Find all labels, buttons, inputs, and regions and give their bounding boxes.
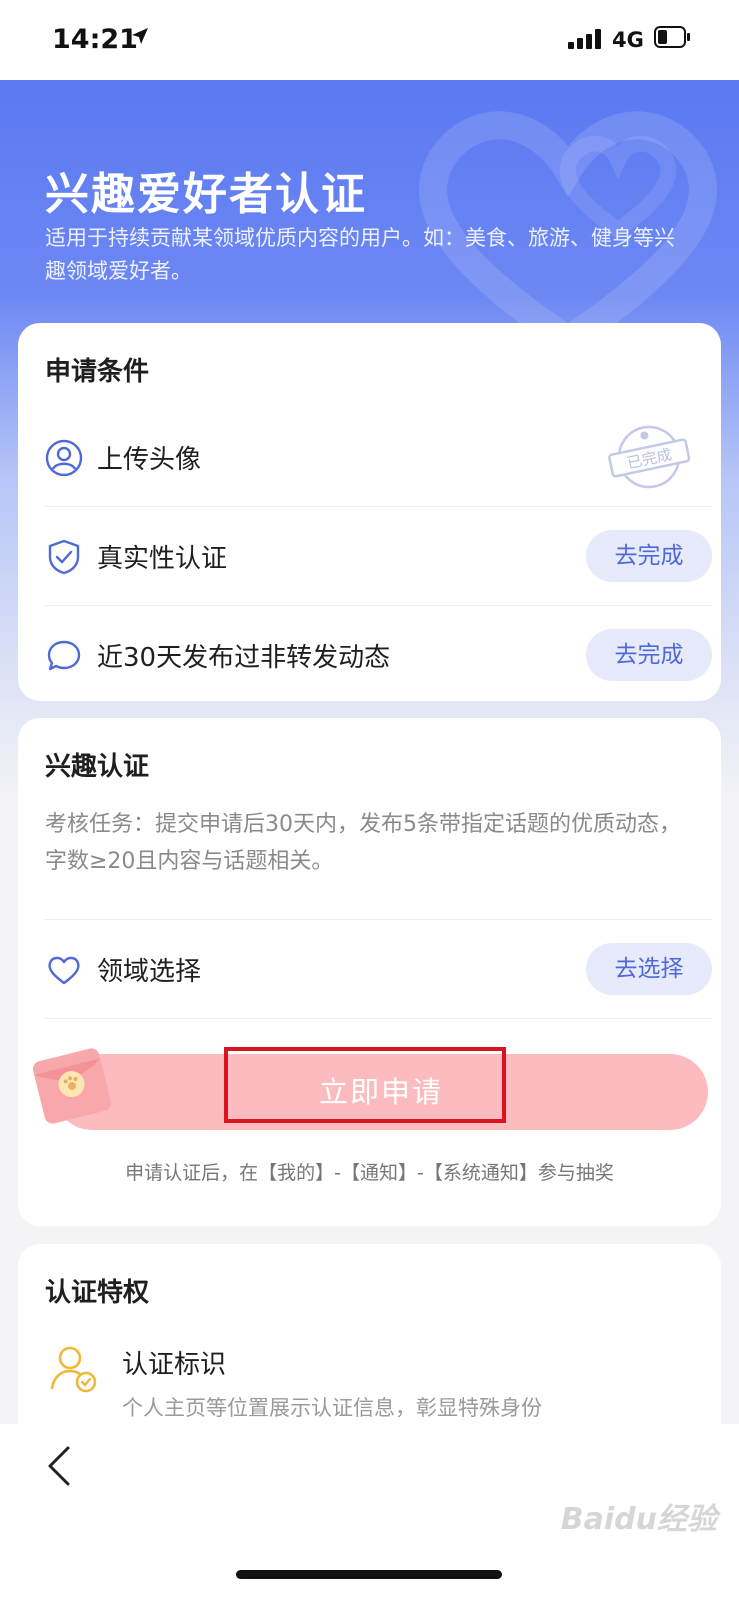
privilege-label: 认证标识 — [122, 1350, 227, 1380]
select-domain-button[interactable]: 去选择 — [586, 943, 712, 995]
condition-label: 近30天发布过非转发动态 — [97, 643, 391, 673]
chat-bubble-icon — [45, 637, 83, 679]
condition-row-avatar: 上传头像 已完成 — [45, 407, 712, 507]
location-arrow-icon — [130, 26, 150, 50]
divider — [45, 1018, 712, 1019]
privileges-card: 认证特权 认证标识 个人主页等位置展示认证信息，彰显特殊身份 — [18, 1244, 721, 1444]
page-subtitle: 适用于持续贡献某领域优质内容的用户。如：美食、旅游、健身等兴趣领域爱好者。 — [45, 226, 675, 283]
condition-label: 真实性认证 — [97, 544, 228, 574]
interest-card: 兴趣认证 考核任务：提交申请后30天内，发布5条带指定话题的优质动态，字数≥20… — [18, 718, 721, 1226]
privilege-desc: 个人主页等位置展示认证信息，彰显特殊身份 — [122, 1396, 542, 1420]
red-envelope-icon — [24, 1038, 120, 1138]
highlight-box — [224, 1047, 506, 1123]
avatar-icon — [45, 439, 83, 481]
status-bar: 14:21 4G — [0, 0, 739, 80]
domain-row[interactable]: 领域选择 去选择 — [45, 919, 712, 1019]
domain-label: 领域选择 — [97, 957, 202, 987]
condition-row-realname: 真实性认证 去完成 — [45, 506, 712, 606]
complete-button[interactable]: 去完成 — [586, 629, 712, 681]
bottom-bar: Baidu经验 — [0, 1424, 739, 1600]
battery-icon — [654, 26, 690, 52]
watermark: Baidu经验 — [560, 1502, 717, 1537]
user-badge-icon — [46, 1342, 100, 1400]
condition-label: 上传头像 — [97, 445, 202, 475]
interest-title: 兴趣认证 — [45, 752, 150, 782]
back-icon[interactable] — [44, 1444, 74, 1492]
task-description: 考核任务：提交申请后30天内，发布5条带指定话题的优质动态，字数≥20且内容与话… — [45, 812, 681, 874]
apply-note: 申请认证后，在【我的】-【通知】-【系统通知】参与抽奖 — [125, 1162, 614, 1184]
conditions-title: 申请条件 — [45, 357, 150, 387]
status-time: 14:21 — [52, 24, 138, 55]
home-indicator — [236, 1570, 502, 1579]
shield-check-icon — [45, 538, 83, 580]
condition-row-post: 近30天发布过非转发动态 去完成 — [45, 605, 712, 705]
conditions-card: 申请条件 上传头像 已完成 真实性认证 去完成 近30天发布过非转发动态 去完成 — [18, 323, 721, 701]
complete-button[interactable]: 去完成 — [586, 530, 712, 582]
privileges-title: 认证特权 — [45, 1278, 150, 1308]
signal-icon — [568, 29, 602, 53]
page-title: 兴趣爱好者认证 — [45, 169, 367, 220]
network-type: 4G — [612, 28, 644, 52]
apply-section: 立即申请 — [28, 1046, 708, 1130]
completed-stamp: 已完成 — [604, 417, 694, 501]
heart-icon — [45, 951, 83, 993]
